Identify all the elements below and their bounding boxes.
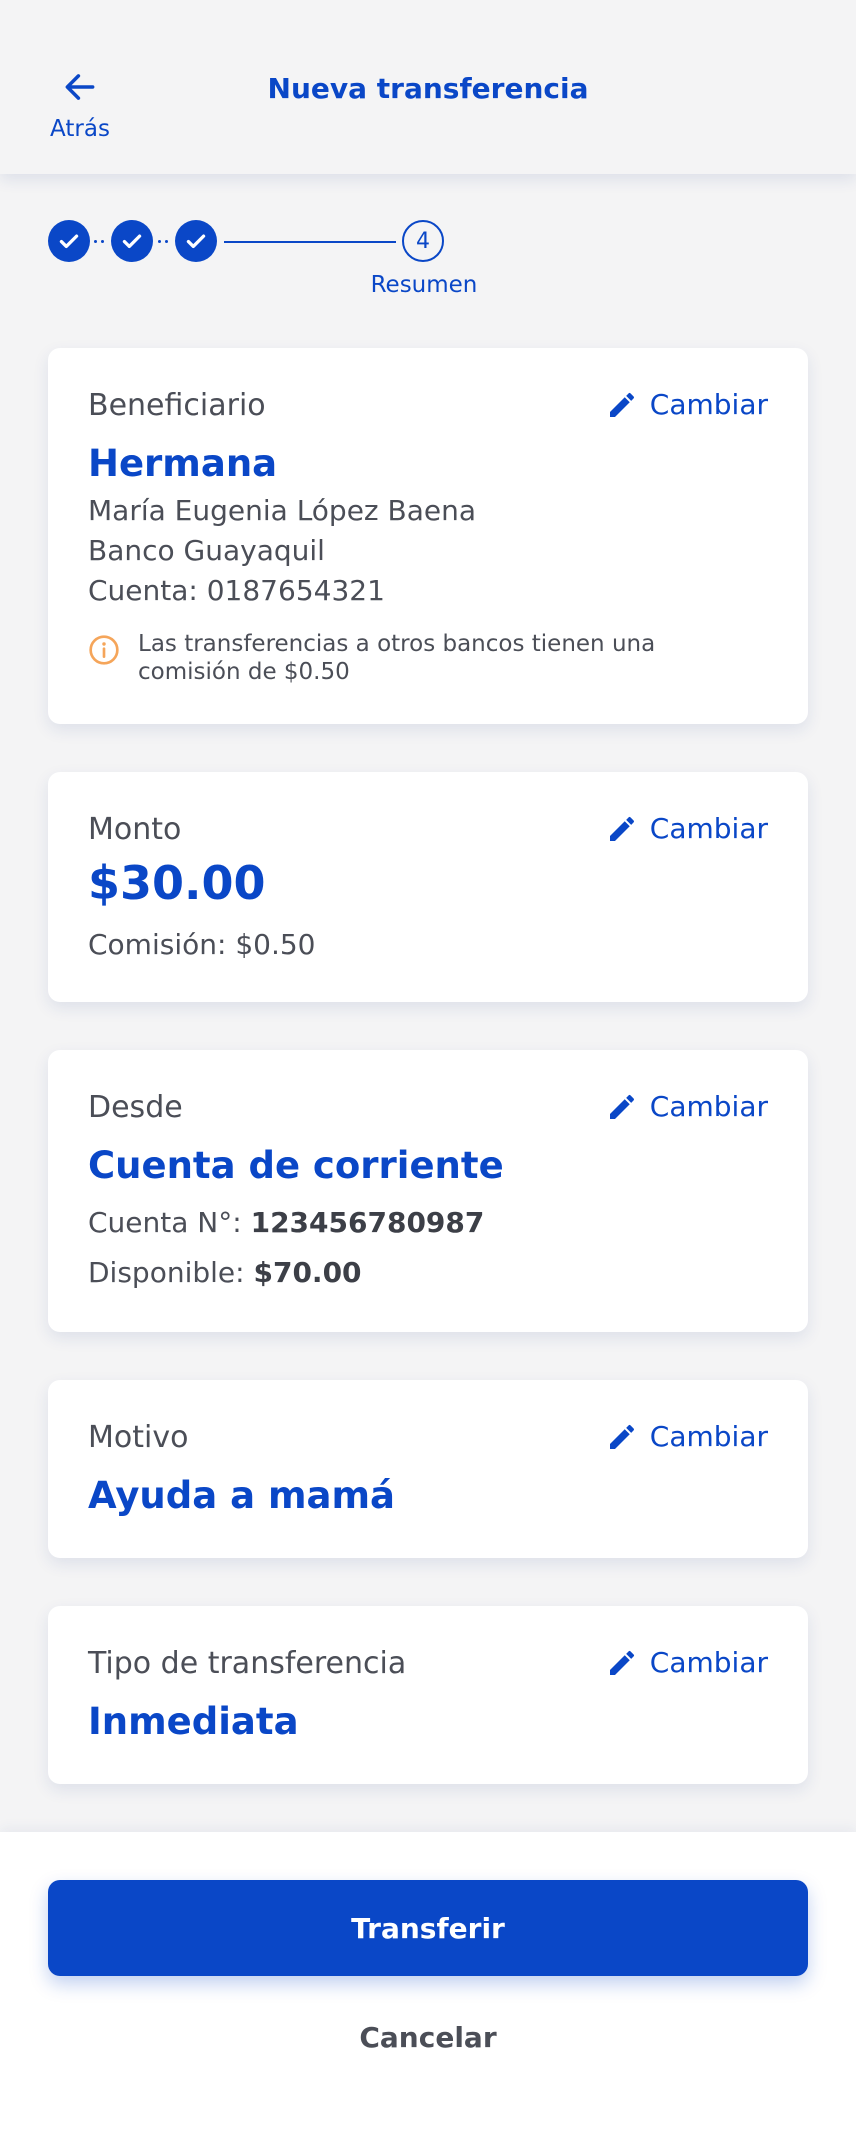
fee-notice-text: Las transferencias a otros bancos tienen… xyxy=(138,631,656,685)
pencil-icon xyxy=(609,816,634,841)
available-label: Disponible: xyxy=(88,1256,245,1289)
pencil-icon xyxy=(609,1650,634,1675)
pencil-icon xyxy=(609,392,634,417)
change-label: Cambiar xyxy=(649,812,768,845)
beneficiary-alias: Hermana xyxy=(88,442,278,485)
beneficiary-label: Beneficiario xyxy=(88,388,266,423)
amount-fee: Comisión: $0.50 xyxy=(88,928,316,961)
change-transfer-type-button[interactable]: Cambiar xyxy=(606,1646,768,1679)
check-icon xyxy=(122,234,142,249)
cancel-button[interactable]: Cancelar xyxy=(0,2012,856,2062)
step-connector-line xyxy=(224,241,396,243)
top-bar: Atrás Nueva transferencia xyxy=(0,0,856,174)
reason-card: Motivo Cambiar Ayuda a mamá xyxy=(48,1380,808,1558)
source-label: Desde xyxy=(88,1090,183,1125)
step-connector xyxy=(94,240,104,243)
amount-value: $30.00 xyxy=(88,856,266,910)
bottom-action-bar: Transferir Cancelar xyxy=(0,1832,856,2140)
transfer-type-card: Tipo de transferencia Cambiar Inmediata xyxy=(48,1606,808,1784)
beneficiary-card: Beneficiario Cambiar Hermana María Eugen… xyxy=(48,348,808,724)
change-label: Cambiar xyxy=(649,1090,768,1123)
check-icon xyxy=(186,234,206,249)
change-label: Cambiar xyxy=(649,1646,768,1679)
beneficiary-bank: Banco Guayaquil xyxy=(88,534,325,567)
transfer-button[interactable]: Transferir xyxy=(48,1880,808,1976)
beneficiary-account: Cuenta: 0187654321 xyxy=(88,574,385,607)
source-available-row: Disponible: $70.00 xyxy=(88,1256,362,1289)
back-label: Atrás xyxy=(50,116,110,142)
account-number-label: Cuenta N°: xyxy=(88,1206,242,1239)
pencil-icon xyxy=(609,1424,634,1449)
source-account-type: Cuenta de corriente xyxy=(88,1144,504,1187)
step-1-completed xyxy=(48,220,90,262)
check-icon xyxy=(59,234,79,249)
source-account-number-row: Cuenta N°: 123456780987 xyxy=(88,1206,484,1239)
fee-notice: Las transferencias a otros bancos tienen… xyxy=(88,630,698,686)
progress-stepper: 4 Resumen xyxy=(0,210,856,310)
info-icon xyxy=(89,635,119,665)
change-source-button[interactable]: Cambiar xyxy=(606,1090,768,1123)
step-4-current: 4 xyxy=(402,220,444,262)
pencil-icon xyxy=(609,1094,634,1119)
step-4-label: Resumen xyxy=(370,272,478,298)
reason-label: Motivo xyxy=(88,1420,189,1455)
change-amount-button[interactable]: Cambiar xyxy=(606,812,768,845)
step-3-completed xyxy=(175,220,217,262)
amount-label: Monto xyxy=(88,812,182,847)
available-value: $70.00 xyxy=(253,1256,362,1289)
amount-card: Monto Cambiar $30.00 Comisión: $0.50 xyxy=(48,772,808,1002)
page-title: Nueva transferencia xyxy=(267,72,589,105)
transfer-type-label: Tipo de transferencia xyxy=(88,1646,407,1681)
change-beneficiary-button[interactable]: Cambiar xyxy=(606,388,768,421)
account-number-value: 123456780987 xyxy=(250,1206,485,1239)
change-label: Cambiar xyxy=(649,1420,768,1453)
source-account-card: Desde Cambiar Cuenta de corriente Cuenta… xyxy=(48,1050,808,1332)
change-label: Cambiar xyxy=(649,388,768,421)
beneficiary-name: María Eugenia López Baena xyxy=(88,494,477,527)
step-connector xyxy=(158,240,168,243)
transfer-type-value: Inmediata xyxy=(88,1700,299,1743)
change-reason-button[interactable]: Cambiar xyxy=(606,1420,768,1453)
reason-value: Ayuda a mamá xyxy=(88,1474,396,1517)
step-2-completed xyxy=(111,220,153,262)
